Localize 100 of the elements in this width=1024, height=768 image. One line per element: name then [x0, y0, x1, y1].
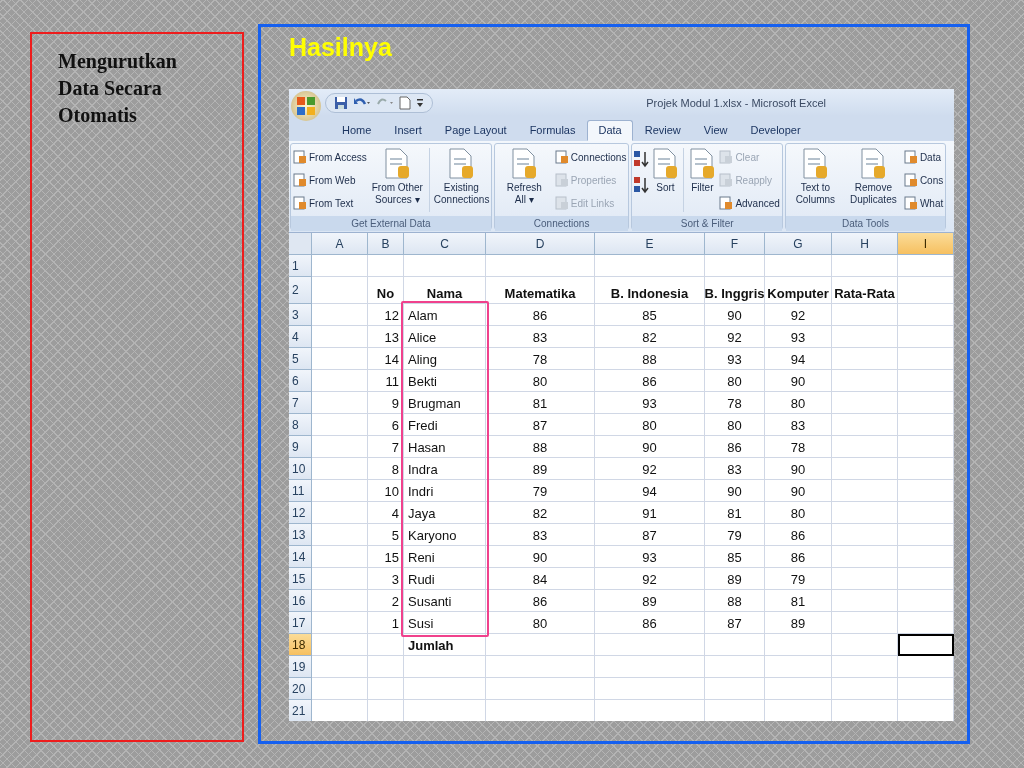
table-cell: 86 [486, 590, 595, 612]
ribbon-button[interactable]: Advanced [718, 192, 781, 214]
table-cell: 83 [486, 524, 595, 546]
table-cell: 80 [705, 414, 765, 436]
row-header[interactable]: 13 [289, 524, 312, 546]
table-cell: 90 [705, 480, 765, 502]
table-cell: No [368, 277, 404, 304]
table-cell: 7 [368, 436, 404, 458]
group-label: Get External Data [291, 216, 491, 231]
table-cell: 82 [595, 326, 705, 348]
table-cell: 92 [595, 458, 705, 480]
column-header[interactable]: F [705, 233, 765, 255]
table-cell: 11 [368, 370, 404, 392]
row-header[interactable]: 3 [289, 304, 312, 326]
table-cell: 83 [765, 414, 832, 436]
table-cell: Fredi [404, 414, 486, 436]
ribbon-tab[interactable]: Formulas [518, 120, 587, 141]
row-header[interactable]: 15 [289, 568, 312, 590]
row-header[interactable]: 11 [289, 480, 312, 502]
row-header[interactable]: 2 [289, 277, 312, 304]
row-header[interactable]: 8 [289, 414, 312, 436]
ribbon-tab[interactable]: Developer [739, 120, 812, 141]
ribbon-button[interactable]: From Other Sources ▾ [368, 146, 426, 208]
ribbon-button[interactable]: Sort [650, 146, 681, 196]
table-cell: 90 [765, 370, 832, 392]
column-header[interactable]: B [368, 233, 404, 255]
ribbon-button[interactable]: Existing Connections [432, 146, 490, 208]
row-header[interactable]: 19 [289, 656, 312, 678]
row-header[interactable]: 12 [289, 502, 312, 524]
row-header[interactable]: 18 [289, 634, 312, 656]
column-header[interactable]: G [765, 233, 832, 255]
ribbon-button[interactable]: From Text [292, 192, 368, 214]
table-cell: 86 [765, 546, 832, 568]
row-header[interactable]: 20 [289, 678, 312, 700]
row-header[interactable]: 14 [289, 546, 312, 568]
row-header[interactable]: 5 [289, 348, 312, 370]
table-cell: Indri [404, 480, 486, 502]
row-header[interactable]: 16 [289, 590, 312, 612]
table-cell: 93 [595, 392, 705, 414]
table-cell: 80 [705, 370, 765, 392]
table-cell: 8 [368, 458, 404, 480]
table-cell: 93 [705, 348, 765, 370]
table-cell: Aling [404, 348, 486, 370]
table-cell: 86 [765, 524, 832, 546]
column-header[interactable]: A [312, 233, 368, 255]
row-header[interactable]: 21 [289, 700, 312, 721]
table-cell: 82 [486, 502, 595, 524]
button-label: From Web [309, 174, 356, 186]
row-header[interactable]: 9 [289, 436, 312, 458]
table-cell: 86 [486, 304, 595, 326]
table-cell: 93 [765, 326, 832, 348]
button-label: Properties [570, 174, 617, 186]
button-label: Filter [691, 182, 714, 194]
ribbon-button[interactable]: Filter [687, 146, 718, 196]
table-cell: 90 [486, 546, 595, 568]
table-cell: 81 [765, 590, 832, 612]
table-cell: 90 [765, 458, 832, 480]
ribbon-button[interactable]: Remove Duplicates [844, 146, 902, 208]
column-header[interactable]: D [486, 233, 595, 255]
table-cell: 85 [705, 546, 765, 568]
button-label: Sort [656, 182, 675, 194]
table-cell: 90 [595, 436, 705, 458]
ribbon-tab[interactable]: View [692, 120, 739, 141]
button-label: Data [919, 151, 941, 163]
ribbon-button[interactable]: Text to Columns [786, 146, 844, 208]
ribbon-tab[interactable]: Page Layout [433, 120, 518, 141]
ribbon-button[interactable]: Refresh All ▾ [495, 146, 553, 208]
table-cell: 79 [486, 480, 595, 502]
ribbon-button[interactable]: Connections [553, 146, 628, 168]
table-cell: 92 [595, 568, 705, 590]
row-header[interactable]: 10 [289, 458, 312, 480]
table-cell: 86 [705, 436, 765, 458]
ribbon-button[interactable]: Data [902, 146, 945, 168]
ribbon-button[interactable]: From Web [292, 169, 368, 191]
table-cell: 87 [486, 414, 595, 436]
table-cell: Jumlah [404, 634, 486, 656]
table-cell: 94 [595, 480, 705, 502]
ribbon-button[interactable]: From Access [292, 146, 368, 168]
row-header[interactable]: 7 [289, 392, 312, 414]
ribbon-button[interactable]: Cons [902, 169, 945, 191]
row-header[interactable]: 1 [289, 255, 312, 277]
table-cell: 89 [486, 458, 595, 480]
table-cell: 92 [705, 326, 765, 348]
column-header[interactable]: I [898, 233, 954, 255]
ribbon-tab[interactable]: Review [633, 120, 692, 141]
ribbon-tab[interactable]: Insert [383, 120, 433, 141]
row-header[interactable]: 17 [289, 612, 312, 634]
table-cell: 78 [486, 348, 595, 370]
table-cell: Hasan [404, 436, 486, 458]
ribbon-button[interactable]: What [902, 192, 945, 214]
row-header[interactable]: 4 [289, 326, 312, 348]
column-header[interactable]: H [832, 233, 898, 255]
ribbon-tab[interactable]: Data [587, 120, 633, 141]
table-cell: 78 [765, 436, 832, 458]
table-cell: 79 [765, 568, 832, 590]
row-header[interactable]: 6 [289, 370, 312, 392]
column-header[interactable]: E [595, 233, 705, 255]
ribbon-tab[interactable]: Home [331, 120, 383, 141]
table-cell: 87 [705, 612, 765, 634]
column-header[interactable]: C [404, 233, 486, 255]
